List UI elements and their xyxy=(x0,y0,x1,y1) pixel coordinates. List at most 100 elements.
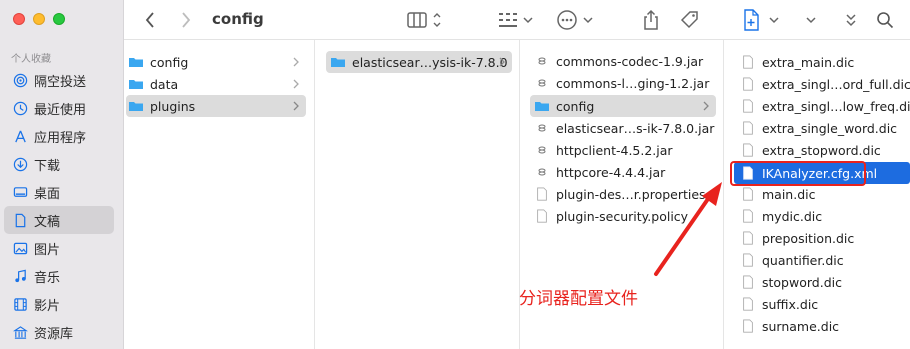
file-icon xyxy=(740,252,756,268)
tag-icon xyxy=(680,11,698,29)
new-file-button[interactable] xyxy=(742,9,782,31)
music-icon xyxy=(13,269,28,284)
sidebar-item-desktop[interactable]: 桌面 xyxy=(4,178,114,206)
new-document-icon xyxy=(744,9,779,31)
list-item[interactable]: mydic.dic xyxy=(738,205,908,227)
column-2: elasticsear…ysis-ik-7.8.0 xyxy=(315,40,520,349)
file-icon xyxy=(740,98,756,114)
list-item[interactable]: extra_main.dic xyxy=(738,51,908,73)
share-icon xyxy=(644,9,658,30)
download-icon xyxy=(13,157,28,172)
list-item[interactable]: httpclient-4.5.2.jar xyxy=(530,139,716,161)
item-label: elasticsear…s-ik-7.8.0.jar xyxy=(556,120,715,136)
jar-icon xyxy=(534,53,550,69)
item-label: suffix.dic xyxy=(762,296,819,312)
file-icon xyxy=(740,296,756,312)
list-item[interactable]: commons-codec-1.9.jar xyxy=(530,50,716,72)
file-icon xyxy=(740,274,756,290)
list-item[interactable]: elasticsear…s-ik-7.8.0.jar xyxy=(530,117,716,139)
item-label: extra_singl…low_freq.dic xyxy=(762,98,910,114)
sidebar-item-applications[interactable]: 应用程序 xyxy=(4,122,114,150)
sidebar-item-movies[interactable]: 影片 xyxy=(4,290,114,318)
list-item[interactable]: extra_single_word.dic xyxy=(738,117,908,139)
list-item-selected[interactable]: plugins xyxy=(126,95,306,117)
list-item-selected[interactable]: config xyxy=(530,95,716,117)
file-icon xyxy=(740,186,756,202)
sidebar-item-downloads[interactable]: 下载 xyxy=(4,150,114,178)
sidebar-item-documents[interactable]: 文稿 xyxy=(4,206,114,234)
folder-icon xyxy=(330,54,346,70)
jar-icon xyxy=(534,164,550,180)
sidebar-item-recents[interactable]: 最近使用 xyxy=(4,94,114,122)
list-item[interactable]: suffix.dic xyxy=(738,293,908,315)
item-label: plugins xyxy=(150,98,196,114)
list-item[interactable]: main.dic xyxy=(738,183,908,205)
close-window-button[interactable] xyxy=(13,13,25,25)
list-item[interactable]: stopword.dic xyxy=(738,271,908,293)
search-button[interactable] xyxy=(876,9,894,31)
view-mode-button[interactable] xyxy=(407,9,447,31)
expand-button[interactable] xyxy=(842,9,860,31)
item-label: elasticsear…ysis-ik-7.8.0 xyxy=(352,54,508,70)
column-4: extra_main.dic extra_singl…ord_full.dic … xyxy=(724,40,910,349)
folder-icon xyxy=(128,76,144,92)
sidebar-item-library[interactable]: 资源库 xyxy=(4,318,114,346)
double-chevron-icon xyxy=(846,14,856,27)
chevron-right-icon xyxy=(293,101,299,111)
chevron-right-icon xyxy=(182,12,191,28)
sidebar-item-airdrop[interactable]: 隔空投送 xyxy=(4,66,114,94)
action-button[interactable] xyxy=(556,9,596,31)
favorites-section-label: 个人收藏 xyxy=(11,54,51,65)
minimize-window-button[interactable] xyxy=(33,13,45,25)
sidebar-item-label: 下载 xyxy=(34,158,61,174)
sidebar-item-label: 音乐 xyxy=(34,270,61,286)
list-item[interactable]: commons-l…ging-1.2.jar xyxy=(530,72,716,94)
file-icon xyxy=(534,208,550,224)
share-button[interactable] xyxy=(642,9,660,31)
chevron-right-icon xyxy=(293,79,299,89)
back-button[interactable] xyxy=(144,9,156,31)
sidebar-item-label: 应用程序 xyxy=(34,130,87,146)
list-item[interactable]: surname.dic xyxy=(738,315,908,337)
forward-button[interactable] xyxy=(180,9,192,31)
item-label: commons-codec-1.9.jar xyxy=(556,53,704,69)
file-icon xyxy=(740,120,756,136)
sidebar: 个人收藏 隔空投送 最近使用 应用程序 下载 桌面 文稿 图片 音乐 影片 资源… xyxy=(0,0,124,349)
list-item[interactable]: quantifier.dic xyxy=(738,249,908,271)
list-item-selected[interactable]: elasticsear…ysis-ik-7.8.0 xyxy=(326,51,512,73)
sidebar-item-pictures[interactable]: 图片 xyxy=(4,234,114,262)
jar-icon xyxy=(534,75,550,91)
chevron-right-icon xyxy=(499,57,505,67)
desktop-icon xyxy=(13,185,28,200)
maximize-window-button[interactable] xyxy=(53,13,65,25)
item-label: data xyxy=(150,76,179,92)
list-item[interactable]: config xyxy=(126,51,306,73)
item-label: extra_main.dic xyxy=(762,54,855,70)
annotation-highlight-box xyxy=(730,161,866,186)
list-item[interactable]: preposition.dic xyxy=(738,227,908,249)
sidebar-item-music[interactable]: 音乐 xyxy=(4,262,114,290)
group-button[interactable] xyxy=(498,9,536,31)
list-item[interactable]: extra_stopword.dic xyxy=(738,139,908,161)
list-item[interactable]: extra_singl…ord_full.dic xyxy=(738,73,910,95)
more-toolbar-button[interactable] xyxy=(804,9,818,31)
column-1: config data plugins xyxy=(124,40,315,349)
window-title: config xyxy=(212,10,264,28)
item-label: config xyxy=(556,98,595,114)
file-icon xyxy=(740,54,756,70)
file-icon xyxy=(740,76,756,92)
folder-icon xyxy=(128,98,144,114)
file-icon xyxy=(740,208,756,224)
file-icon xyxy=(740,142,756,158)
ellipsis-circle-icon xyxy=(557,10,593,30)
tags-button[interactable] xyxy=(679,9,701,31)
chevron-right-icon xyxy=(703,101,709,111)
film-icon xyxy=(13,297,28,312)
jar-icon xyxy=(534,142,550,158)
list-item[interactable]: data xyxy=(126,73,306,95)
column-view-icon xyxy=(407,12,441,28)
item-label: commons-l…ging-1.2.jar xyxy=(556,75,710,91)
library-icon xyxy=(13,325,28,340)
list-item[interactable]: extra_singl…low_freq.dic xyxy=(738,95,910,117)
sidebar-item-label: 文稿 xyxy=(34,214,61,230)
